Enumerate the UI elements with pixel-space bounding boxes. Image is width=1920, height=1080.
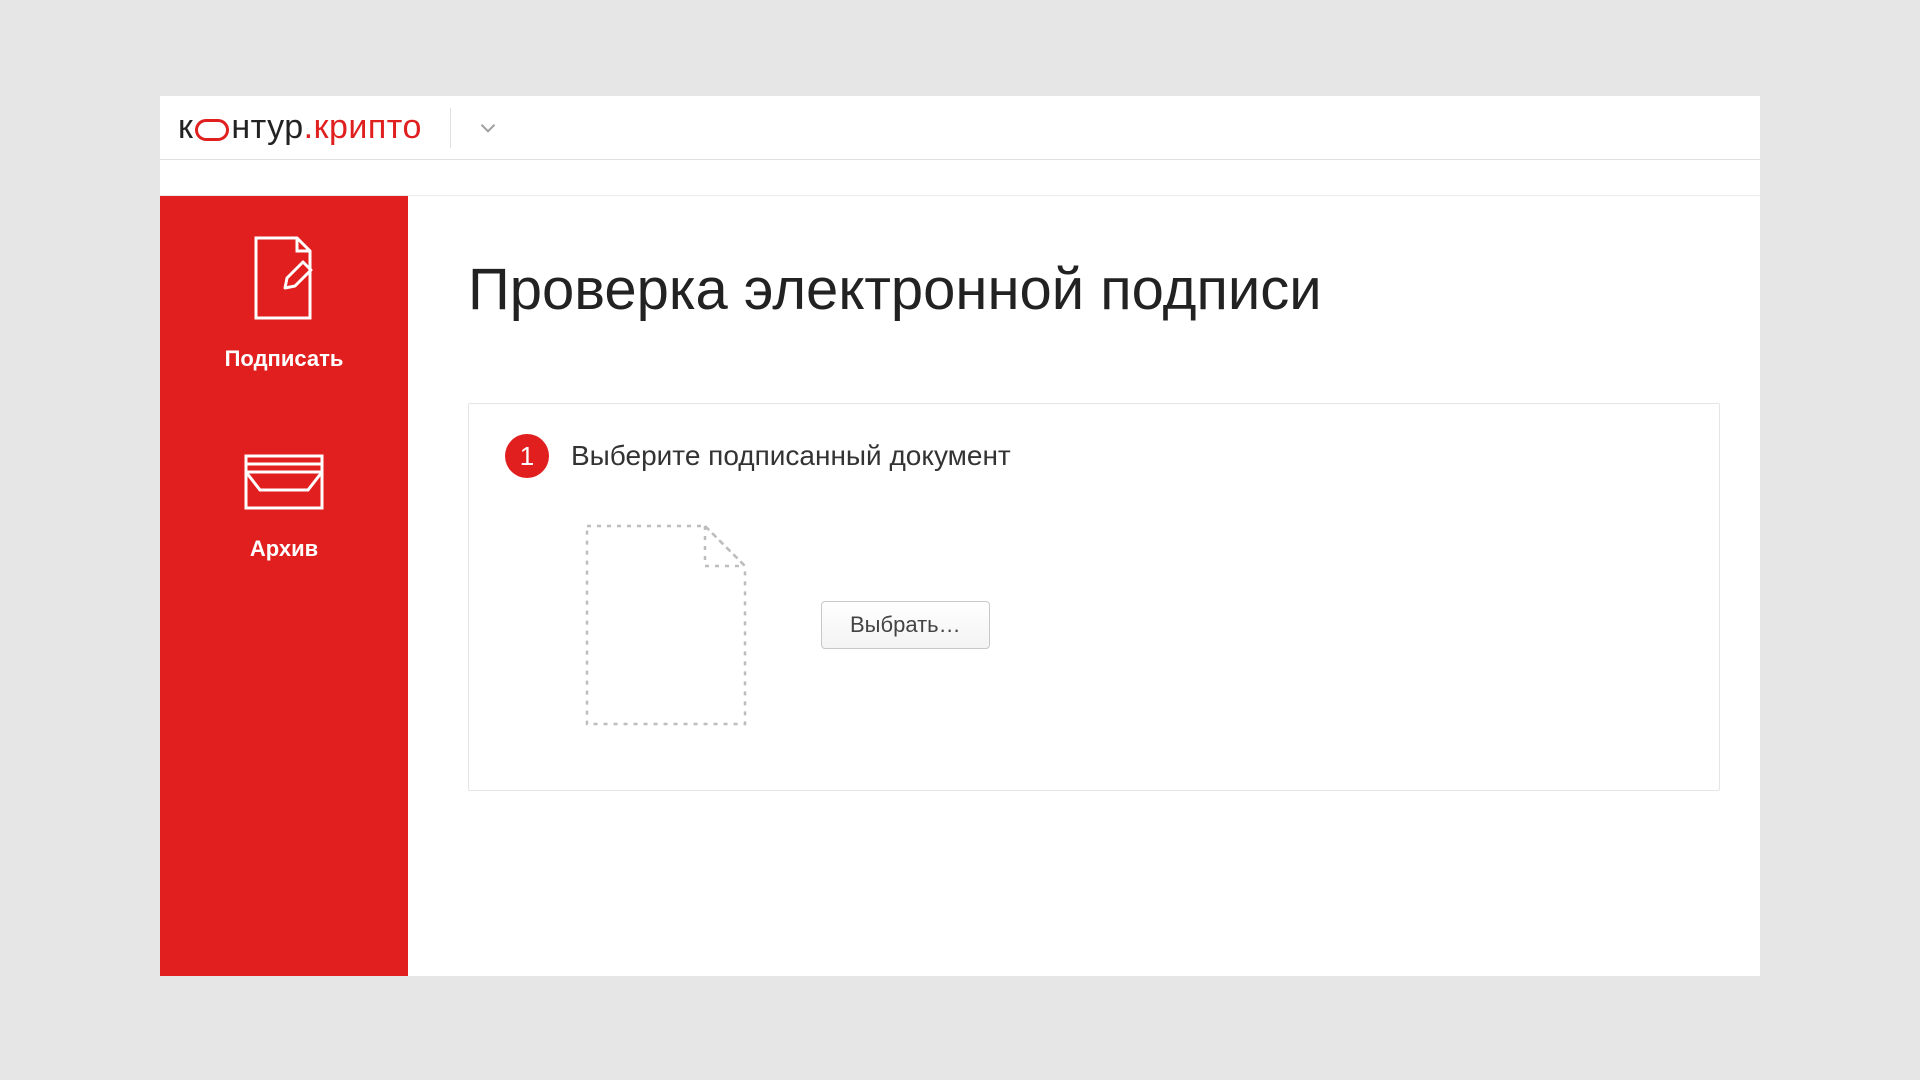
chevron-down-icon [475,115,501,141]
sidebar-item-label: Подписать [225,346,344,372]
document-placeholder-icon [581,520,751,730]
step-card: 1 Выберите подписанный документ Выбрать… [468,403,1720,791]
file-dropzone[interactable] [581,520,751,730]
logo-dot: . [304,108,314,147]
separator [450,108,451,148]
top-bar: к нтур . крипто [160,96,1760,160]
logo-part-3: крипто [314,108,422,147]
step-text: Выберите подписанный документ [571,440,1011,472]
sidebar-item-sign[interactable]: Подписать [225,232,344,372]
account-dropdown[interactable] [475,115,501,141]
spacer-strip [160,160,1760,196]
sign-document-icon [243,232,325,324]
sidebar: Подписать Архив [160,196,408,976]
step-number-badge: 1 [505,434,549,478]
choose-file-button[interactable]: Выбрать… [821,601,990,649]
main-content: Проверка электронной подписи 1 Выберите … [408,196,1760,976]
page-title: Проверка электронной подписи [468,256,1720,323]
logo-part-1: к [178,108,193,147]
sidebar-item-archive[interactable]: Архив [240,442,328,562]
logo-part-2: нтур [231,108,303,147]
sidebar-item-label: Архив [250,536,318,562]
app-logo: к нтур . крипто [178,108,422,147]
cloud-icon [195,119,229,141]
archive-icon [240,442,328,514]
